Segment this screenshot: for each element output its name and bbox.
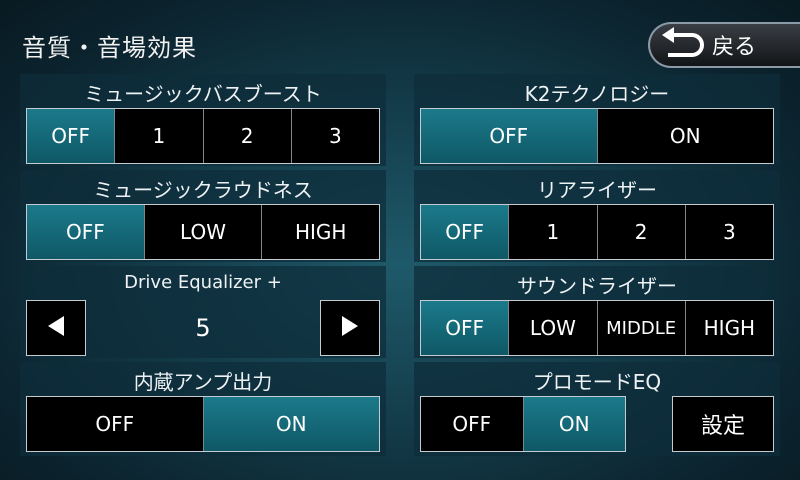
loudness-high-button[interactable]: HIGH <box>261 205 380 259</box>
k2-title: K2テクノロジー <box>524 82 670 106</box>
bass-boost-panel: ミュージックバスブースト OFF 1 2 3 <box>20 74 386 166</box>
loudness-panel: ミュージックラウドネス OFF LOW HIGH <box>20 170 386 262</box>
amp-output-title: 内蔵アンプ出力 <box>133 370 273 394</box>
pro-mode-eq-settings-button[interactable]: 設定 <box>672 396 774 452</box>
amp-output-on-button[interactable]: ON <box>202 397 379 451</box>
k2-off-button[interactable]: OFF <box>421 109 597 163</box>
loudness-low-button[interactable]: LOW <box>143 205 262 259</box>
triangle-right-icon <box>340 314 360 343</box>
drive-eq-decrease-button[interactable] <box>26 300 86 356</box>
sound-riser-low-button[interactable]: LOW <box>508 301 597 355</box>
bass-boost-3-button[interactable]: 3 <box>290 109 379 163</box>
sound-riser-title: サウンドライザー <box>517 274 677 298</box>
rear-riser-selector: OFF 1 2 3 <box>420 204 774 260</box>
bass-boost-selector: OFF 1 2 3 <box>26 108 380 164</box>
k2-selector: OFF ON <box>420 108 774 164</box>
drive-eq-increase-button[interactable] <box>320 300 380 356</box>
page-title: 音質・音場効果 <box>22 34 197 62</box>
rear-riser-1-button[interactable]: 1 <box>508 205 597 259</box>
rear-riser-panel: リアライザー OFF 1 2 3 <box>414 170 780 262</box>
rear-riser-off-button[interactable]: OFF <box>421 205 509 259</box>
loudness-selector: OFF LOW HIGH <box>26 204 380 260</box>
rear-riser-2-button[interactable]: 2 <box>596 205 685 259</box>
bass-boost-title: ミュージックバスブースト <box>84 82 322 106</box>
amp-output-off-button[interactable]: OFF <box>27 397 203 451</box>
pro-mode-eq-panel: プロモードEQ OFF ON 設定 <box>414 362 780 456</box>
k2-panel: K2テクノロジー OFF ON <box>414 74 780 166</box>
rear-riser-title: リアライザー <box>537 178 657 202</box>
k2-on-button[interactable]: ON <box>596 109 773 163</box>
sound-riser-middle-button[interactable]: MIDDLE <box>596 301 685 355</box>
loudness-off-button[interactable]: OFF <box>27 205 144 259</box>
back-label: 戻る <box>712 35 757 60</box>
sound-riser-high-button[interactable]: HIGH <box>684 301 773 355</box>
sound-riser-selector: OFF LOW MIDDLE HIGH <box>420 300 774 356</box>
sound-riser-panel: サウンドライザー OFF LOW MIDDLE HIGH <box>414 266 780 358</box>
pro-mode-eq-off-button[interactable]: OFF <box>421 397 523 451</box>
pro-mode-eq-selector: OFF ON <box>420 396 626 452</box>
drive-eq-value: 5 <box>195 314 211 342</box>
drive-eq-panel: Drive Equalizer + 5 <box>20 266 386 358</box>
bass-boost-1-button[interactable]: 1 <box>114 109 203 163</box>
return-arrow-icon <box>656 25 706 65</box>
sound-riser-off-button[interactable]: OFF <box>421 301 509 355</box>
rear-riser-3-button[interactable]: 3 <box>684 205 773 259</box>
triangle-left-icon <box>46 314 66 343</box>
back-button[interactable]: 戻る <box>648 22 800 68</box>
bass-boost-2-button[interactable]: 2 <box>202 109 291 163</box>
drive-eq-title: Drive Equalizer + <box>124 272 282 293</box>
loudness-title: ミュージックラウドネス <box>93 178 313 202</box>
pro-mode-eq-title: プロモードEQ <box>532 370 662 394</box>
pro-mode-eq-on-button[interactable]: ON <box>522 397 625 451</box>
amp-output-panel: 内蔵アンプ出力 OFF ON <box>20 362 386 456</box>
bass-boost-off-button[interactable]: OFF <box>27 109 115 163</box>
amp-output-selector: OFF ON <box>26 396 380 452</box>
